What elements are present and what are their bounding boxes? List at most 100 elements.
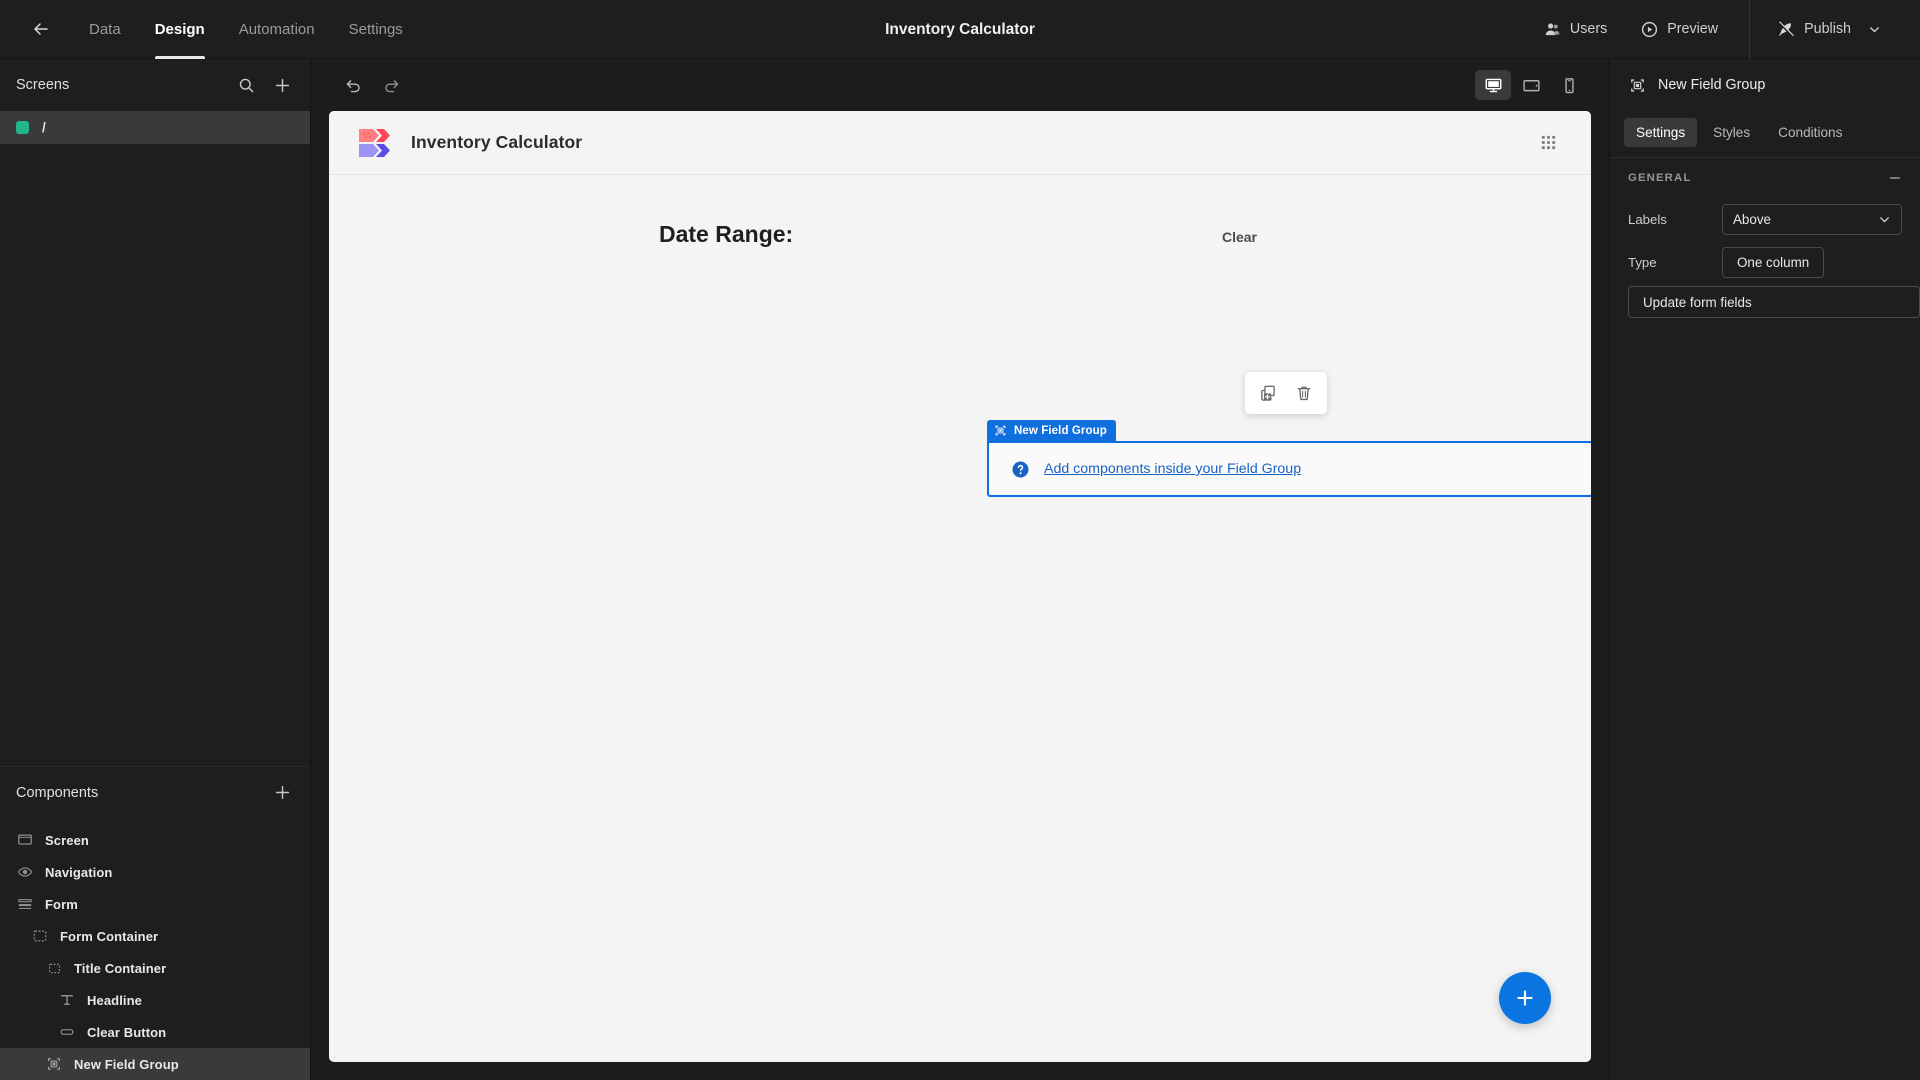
device-tablet-button[interactable]: [1513, 70, 1549, 100]
labels-property-row: Labels Above: [1610, 198, 1920, 241]
back-button[interactable]: [24, 12, 58, 46]
top-bar: Data Design Automation Settings Inventor…: [0, 0, 1920, 59]
tree-item-label: Form: [45, 896, 78, 912]
top-bar-right: Users Preview Publish: [1527, 0, 1920, 59]
tab-styles-label: Styles: [1713, 124, 1751, 140]
form-icon: [16, 895, 34, 913]
form-headline: Date Range:: [659, 221, 794, 247]
button-icon: [58, 1023, 76, 1041]
canvas-wrapper: Inventory Calculator Date Range: Clear N…: [311, 111, 1609, 1080]
text-icon: [58, 991, 76, 1009]
preview-button[interactable]: Preview: [1624, 11, 1735, 47]
tree-item-label: Navigation: [45, 864, 113, 880]
minus-icon: [1889, 177, 1901, 179]
tree-item-headline[interactable]: Headline: [0, 984, 310, 1016]
search-icon: [239, 78, 253, 92]
users-icon: [1545, 23, 1560, 35]
main-area: Screens / Components Screen Navigation F…: [0, 59, 1920, 1080]
screens-title: Screens: [16, 77, 70, 93]
play-circle-icon: [1642, 21, 1658, 37]
tree-item-form[interactable]: Form: [0, 888, 310, 920]
tree-item-label: New Field Group: [74, 1056, 179, 1072]
selection-label-tab: New Field Group: [987, 420, 1116, 441]
selected-field-group[interactable]: New Field Group Add components inside yo…: [987, 420, 1591, 497]
type-property-label: Type: [1628, 255, 1657, 270]
field-group-icon: [1628, 76, 1646, 94]
add-component-button[interactable]: [270, 781, 294, 805]
nav-tab-data[interactable]: Data: [72, 0, 138, 59]
tree-item-label: Screen: [45, 832, 89, 848]
undo-icon: [346, 79, 360, 92]
screens-header: Screens: [0, 59, 310, 111]
undo-button[interactable]: [337, 69, 369, 101]
nav-tab-settings-label: Settings: [348, 20, 403, 38]
screen-item-root[interactable]: /: [0, 111, 310, 144]
type-property-row: Type One column: [1610, 241, 1920, 284]
tree-item-screen[interactable]: Screen: [0, 824, 310, 856]
screens-list: /: [0, 111, 310, 144]
publish-button[interactable]: Publish: [1760, 11, 1898, 47]
add-components-hint-link[interactable]: Add components inside your Field Group: [1044, 461, 1301, 477]
add-screen-button[interactable]: [270, 73, 294, 97]
canvas-toolbar: [311, 59, 1609, 111]
tab-settings[interactable]: Settings: [1624, 117, 1698, 147]
form-title-row: Date Range: Clear: [659, 221, 1261, 247]
components-title: Components: [16, 784, 99, 801]
right-panel-header: New Field Group: [1610, 59, 1920, 111]
update-form-fields-button[interactable]: Update form fields: [1628, 286, 1920, 318]
type-button[interactable]: One column: [1722, 247, 1825, 278]
collapse-section-button[interactable]: [1888, 171, 1902, 185]
right-panel: New Field Group Settings Styles Conditio…: [1609, 59, 1920, 1080]
tree-item-form-container[interactable]: Form Container: [0, 920, 310, 952]
general-section-title: GENERAL: [1628, 172, 1692, 184]
device-desktop-button[interactable]: [1475, 70, 1511, 100]
right-panel-title: New Field Group: [1658, 77, 1766, 93]
field-group-icon: [45, 1055, 63, 1073]
components-header-actions: [270, 781, 294, 805]
nav-tab-design[interactable]: Design: [138, 0, 222, 59]
app-nav-grid-button[interactable]: [1534, 128, 1563, 157]
labels-select[interactable]: Above: [1722, 204, 1902, 235]
chevron-down-icon: [1870, 26, 1879, 32]
tab-styles[interactable]: Styles: [1701, 118, 1762, 147]
tablet-icon: [1522, 79, 1540, 91]
delete-component-button[interactable]: [1289, 378, 1319, 408]
tree-item-label: Form Container: [60, 928, 159, 944]
add-component-fab[interactable]: [1499, 972, 1551, 1024]
screens-search-button[interactable]: [234, 73, 258, 97]
plus-icon: [1517, 990, 1533, 1006]
screen-item-label: /: [42, 120, 46, 135]
users-label: Users: [1569, 21, 1608, 37]
users-button[interactable]: Users: [1527, 11, 1624, 47]
chevron-down-icon: [1878, 213, 1891, 226]
tree-item-navigation[interactable]: Navigation: [0, 856, 310, 888]
tree-item-title-container[interactable]: Title Container: [0, 952, 310, 984]
arrow-left-icon: [34, 23, 48, 35]
publish-label: Publish: [1804, 21, 1851, 37]
tree-item-clear-button[interactable]: Clear Button: [0, 1016, 310, 1048]
top-bar-left: Data Design Automation Settings: [0, 0, 420, 59]
field-group-empty-box[interactable]: Add components inside your Field Group: [987, 441, 1591, 497]
tab-conditions-label: Conditions: [1778, 124, 1843, 140]
redo-button[interactable]: [375, 69, 407, 101]
container-icon: [45, 959, 63, 977]
center-area: Inventory Calculator Date Range: Clear N…: [311, 59, 1609, 1080]
help-circle-icon: [1012, 461, 1029, 477]
right-panel-tabs: Settings Styles Conditions: [1610, 111, 1920, 153]
nav-tab-settings[interactable]: Settings: [332, 0, 420, 59]
duplicate-component-button[interactable]: [1253, 378, 1283, 408]
selection-label-text: New Field Group: [1014, 424, 1107, 437]
nav-tab-automation[interactable]: Automation: [222, 0, 332, 59]
component-tree: Screen Navigation Form Form Container Ti…: [0, 818, 310, 1080]
screens-empty-space: [0, 144, 310, 766]
clear-button[interactable]: Clear: [1218, 227, 1261, 247]
redo-icon: [384, 79, 398, 92]
tree-item-new-field-group[interactable]: New Field Group: [0, 1048, 310, 1080]
device-mobile-button[interactable]: [1551, 70, 1587, 100]
screens-header-actions: [234, 73, 294, 97]
tab-settings-label: Settings: [1636, 124, 1686, 140]
tree-item-label: Headline: [87, 992, 142, 1008]
tab-conditions[interactable]: Conditions: [1766, 118, 1854, 147]
container-icon: [31, 927, 49, 945]
trash-icon: [1297, 386, 1311, 401]
